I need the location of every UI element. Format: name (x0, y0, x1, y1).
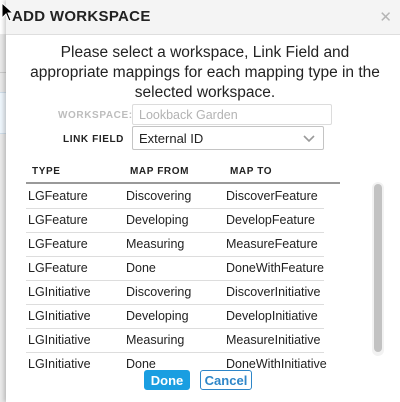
type-cell: LGInitiative (28, 333, 91, 347)
link-field-select[interactable]: External ID (132, 126, 324, 150)
close-icon[interactable]: ✕ (379, 8, 392, 26)
add-workspace-dialog: ADD WORKSPACE ✕ Please select a workspac… (6, 0, 400, 402)
link-field-value: External ID (139, 131, 204, 146)
type-cell: LGFeature (28, 261, 88, 275)
column-header-map-to: MAP TO (230, 166, 273, 177)
type-cell: LGFeature (28, 189, 88, 203)
cancel-button[interactable]: Cancel (200, 370, 252, 390)
table-row: LGInitiative Developing DevelopInitiativ… (26, 304, 324, 329)
column-header-type: TYPE (32, 166, 61, 177)
table-row: LGInitiative Done DoneWithInitiative (26, 352, 327, 368)
workspace-label: WORKSPACE: (58, 110, 133, 121)
table-row: LGInitiative Measuring MeasureInitiative (26, 328, 324, 353)
chevron-down-icon (303, 135, 315, 143)
map-to-cell[interactable]: DevelopInitiative (226, 309, 318, 323)
map-from-cell: Done (126, 261, 156, 275)
map-to-cell[interactable]: MeasureFeature (226, 237, 318, 251)
map-from-cell: Done (126, 357, 156, 368)
map-to-cell[interactable]: DoneWithInitiative (226, 357, 327, 368)
mapping-table: TYPE MAP FROM MAP TO LGFeature Discoveri… (26, 162, 392, 368)
map-from-cell: Measuring (126, 333, 185, 347)
type-cell: LGInitiative (28, 309, 91, 323)
column-header-map-from: MAP FROM (130, 166, 190, 177)
map-to-cell[interactable]: MeasureInitiative (226, 333, 321, 347)
dialog-instructions: Please select a workspace, Link Field an… (30, 44, 380, 101)
map-to-cell[interactable]: DiscoverInitiative (226, 285, 320, 299)
map-from-cell: Discovering (126, 285, 192, 299)
map-from-cell: Discovering (126, 189, 192, 203)
workspace-field (132, 104, 332, 125)
type-cell: LGFeature (28, 213, 88, 227)
dialog-title: ADD WORKSPACE (12, 8, 151, 25)
table-row: LGFeature Developing DevelopFeature (26, 208, 324, 233)
map-to-cell[interactable]: DevelopFeature (226, 213, 315, 227)
map-from-cell: Developing (126, 213, 189, 227)
map-to-cell[interactable]: DiscoverFeature (226, 189, 318, 203)
map-from-cell: Developing (126, 309, 189, 323)
map-from-cell: Measuring (126, 237, 185, 251)
done-button[interactable]: Done (144, 370, 190, 390)
scrollbar-thumb[interactable] (374, 184, 382, 352)
table-row: LGFeature Done DoneWithFeature (26, 256, 324, 281)
map-to-cell[interactable]: DoneWithFeature (226, 261, 324, 275)
mouse-cursor-icon (1, 2, 15, 22)
table-row: LGFeature Measuring MeasureFeature (26, 232, 324, 257)
dialog-header: ADD WORKSPACE ✕ (6, 0, 400, 35)
link-field-label: LINK FIELD (63, 134, 124, 145)
type-cell: LGInitiative (28, 357, 91, 368)
type-cell: LGFeature (28, 237, 88, 251)
type-cell: LGInitiative (28, 285, 91, 299)
table-row: LGFeature Discovering DiscoverFeature (26, 184, 324, 209)
table-row: LGInitiative Discovering DiscoverInitiat… (26, 280, 324, 305)
